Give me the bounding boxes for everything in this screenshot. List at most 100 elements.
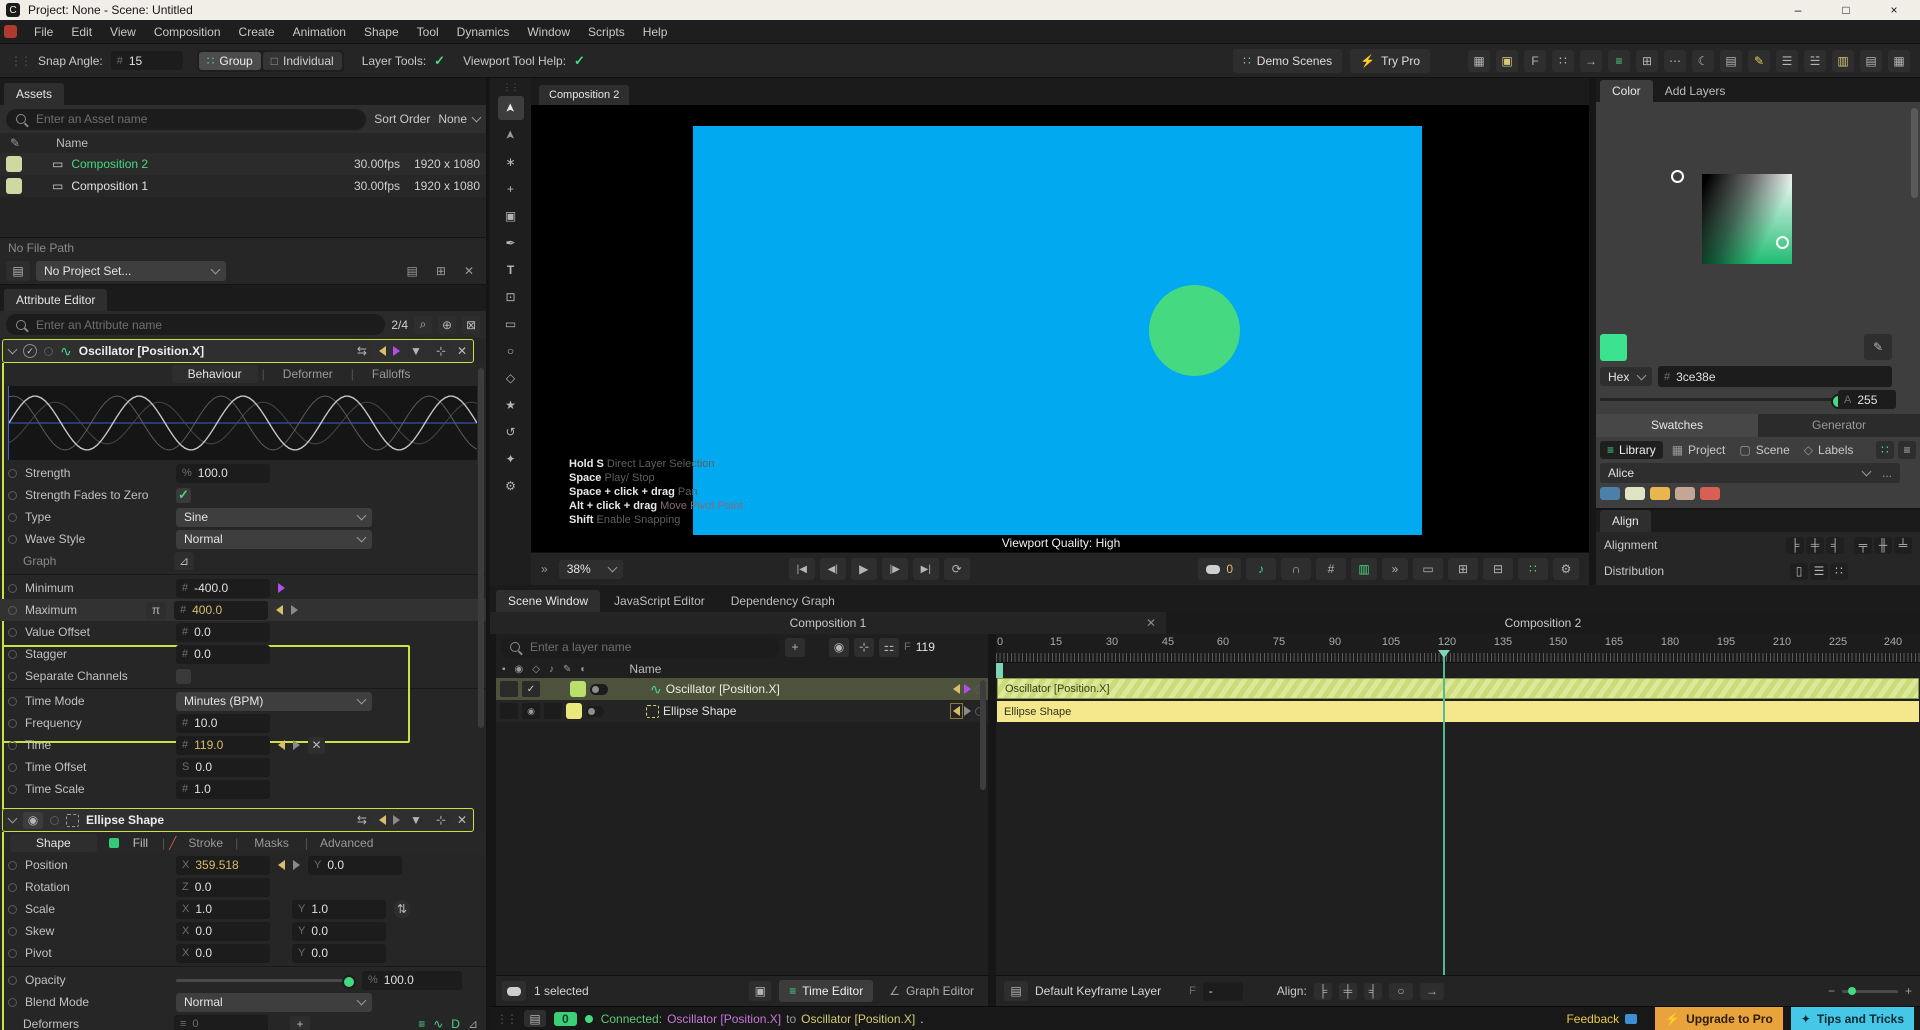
list-icon[interactable]: ≡ — [418, 1017, 425, 1030]
menu-file[interactable]: File — [25, 25, 62, 39]
align-right-icon[interactable]: ╡ — [1826, 537, 1844, 554]
filter-transform-icon[interactable]: ⊹ — [854, 638, 874, 657]
transform-tool-icon[interactable]: ⊡ — [498, 285, 524, 309]
grid2-icon[interactable]: ▤ — [1860, 50, 1882, 72]
align-center-icon[interactable]: ╪ — [1339, 983, 1357, 1000]
prev-keyframe-icon[interactable] — [278, 740, 285, 750]
tab-shape[interactable]: Shape — [10, 834, 97, 852]
scale-x-input[interactable]: X1.0 — [176, 900, 270, 919]
frequency-input[interactable]: #10.0 — [176, 714, 270, 733]
project-set-dropdown[interactable]: No Project Set... — [36, 261, 226, 281]
swatch-chip[interactable] — [1600, 487, 1620, 500]
enabled-cell[interactable]: ✓ — [522, 681, 540, 697]
text-tool-icon[interactable]: T — [498, 258, 524, 282]
settings-gear-icon[interactable]: ⚙ — [1553, 558, 1579, 580]
alpha-slider[interactable] — [1600, 398, 1850, 401]
color-wheel-selector[interactable] — [1671, 170, 1684, 183]
polygon-tool-icon[interactable]: ◇ — [498, 366, 524, 390]
prev-keyframe-icon[interactable] — [953, 684, 960, 694]
brush-tool-icon[interactable]: ∗ — [498, 150, 524, 174]
close-tab-icon[interactable]: ✕ — [1146, 616, 1156, 630]
project-tab[interactable]: ▦Project — [1667, 441, 1731, 459]
box-icon[interactable]: ▣ — [1496, 50, 1518, 72]
arrow-in-icon[interactable]: → — [1580, 50, 1602, 72]
upgrade-to-pro-button[interactable]: ⚡Upgrade to Pro — [1655, 1007, 1783, 1030]
blend-mode-dropdown[interactable]: Normal — [176, 993, 372, 1012]
rows-icon[interactable]: ☰ — [1776, 50, 1798, 72]
wave-style-dropdown[interactable]: Normal — [176, 530, 372, 549]
attribute-search[interactable] — [6, 314, 385, 335]
hex-mode-dropdown[interactable]: Hex — [1600, 367, 1652, 386]
solo-circle-icon[interactable] — [50, 816, 59, 825]
visibility-eye-icon[interactable]: ◉ — [23, 812, 43, 829]
position-y-input[interactable]: Y0.0 — [308, 856, 402, 875]
prev-keyframe-icon[interactable] — [276, 605, 283, 615]
viewport-comp-tab[interactable]: Composition 2 — [539, 85, 629, 105]
oscillator-waveform-graph[interactable] — [8, 386, 477, 460]
list-view-icon[interactable]: ≡ — [1898, 441, 1916, 459]
asset-row-composition-1[interactable]: ▭ Composition 1 30.00fps 1920 x 1080 — [0, 175, 486, 197]
tab-color[interactable]: Color — [1600, 80, 1653, 102]
previous-frame-icon[interactable]: ◀| — [820, 558, 846, 580]
add-layer-button[interactable]: + — [785, 638, 805, 657]
asset-color-chip[interactable] — [6, 156, 22, 172]
lock-cell[interactable] — [500, 703, 518, 719]
asset-search[interactable] — [6, 109, 366, 130]
deformers-count[interactable]: ≡0 — [174, 1015, 268, 1030]
swatch-chip[interactable] — [1675, 487, 1695, 500]
project-folder-icon[interactable]: ▤ — [6, 261, 30, 281]
time-scale-input[interactable]: #1.0 — [176, 780, 270, 799]
star-tool-icon[interactable]: ★ — [498, 393, 524, 417]
prev-keyframe-icon[interactable] — [953, 706, 960, 716]
asset-search-input[interactable] — [34, 111, 356, 127]
selection-toggle-icon[interactable] — [502, 981, 526, 1001]
menu-tool[interactable]: Tool — [408, 25, 448, 39]
timeline-zoom-knob[interactable] — [1848, 987, 1856, 995]
pen-icon[interactable]: ✎ — [1748, 50, 1770, 72]
asset-color-chip[interactable] — [6, 178, 22, 194]
asset-name[interactable]: Composition 2 — [71, 157, 148, 171]
skew-y-input[interactable]: Y0.0 — [292, 922, 386, 941]
swatch-chip[interactable] — [1650, 487, 1670, 500]
move-icon[interactable]: ⊹ — [432, 342, 450, 360]
layer-toggle-icon[interactable] — [586, 706, 604, 717]
snapping-magnet-icon[interactable]: ∩ — [1281, 558, 1311, 580]
collapse-chevron-icon[interactable] — [8, 813, 18, 823]
menu-dynamics[interactable]: Dynamics — [448, 25, 519, 39]
align-start-icon[interactable]: ╞ — [1314, 983, 1332, 1000]
graph-editor-button[interactable]: ∠Graph Editor — [881, 980, 982, 1002]
attribute-scrollbar[interactable] — [478, 368, 484, 728]
tab-advanced[interactable]: Advanced — [312, 834, 381, 852]
tab-assets[interactable]: Assets — [4, 83, 64, 105]
layer-search[interactable] — [500, 637, 780, 658]
menu-composition[interactable]: Composition — [145, 25, 230, 39]
stagger-input[interactable]: #0.0 — [176, 645, 270, 664]
oscillator-header[interactable]: ✓ ∿ Oscillator [Position.X] ⇆ ▼ ⊹ ✕ — [2, 339, 474, 363]
prev-keyframe-icon[interactable] — [379, 815, 386, 825]
distribute-grid-icon[interactable]: ∷ — [1830, 563, 1848, 580]
spark-tool-icon[interactable]: ✦ — [498, 447, 524, 471]
group-button[interactable]: ∷Group — [199, 52, 261, 70]
composition-1-tab[interactable]: Composition 1✕ — [490, 612, 1166, 634]
go-to-start-icon[interactable]: |◀ — [789, 558, 815, 580]
collapse-chevron-icon[interactable] — [8, 344, 18, 354]
solo-circle-icon[interactable] — [44, 347, 53, 356]
scale-y-input[interactable]: Y1.0 — [292, 900, 386, 919]
minimize-icon[interactable]: – — [1778, 3, 1818, 17]
alpha-input[interactable]: A255 — [1838, 390, 1896, 409]
retime-icon[interactable]: → — [1420, 983, 1444, 1000]
keyframe-layer-icon[interactable]: ▤ — [1004, 981, 1028, 1001]
columns-icon[interactable]: ▥ — [1832, 50, 1854, 72]
strength-input[interactable]: %100.0 — [176, 464, 270, 483]
stack-icon[interactable]: ⊟ — [1483, 558, 1513, 580]
tab-swatches[interactable]: Swatches — [1596, 414, 1758, 437]
layer-name[interactable]: Ellipse Shape — [663, 704, 736, 718]
grid-icon[interactable]: ▦ — [1468, 50, 1490, 72]
next-keyframe-icon[interactable] — [393, 346, 400, 356]
zoom-in-icon[interactable]: + — [1905, 984, 1912, 998]
type-dropdown[interactable]: Sine — [176, 508, 372, 527]
opacity-input[interactable]: %100.0 — [362, 971, 462, 990]
pin-icon[interactable]: ▼ — [407, 811, 425, 829]
layer-search-input[interactable] — [528, 639, 770, 655]
timeline-ruler[interactable]: 0 15 30 45 60 75 90 105 120 135 150 165 … — [996, 634, 1920, 663]
